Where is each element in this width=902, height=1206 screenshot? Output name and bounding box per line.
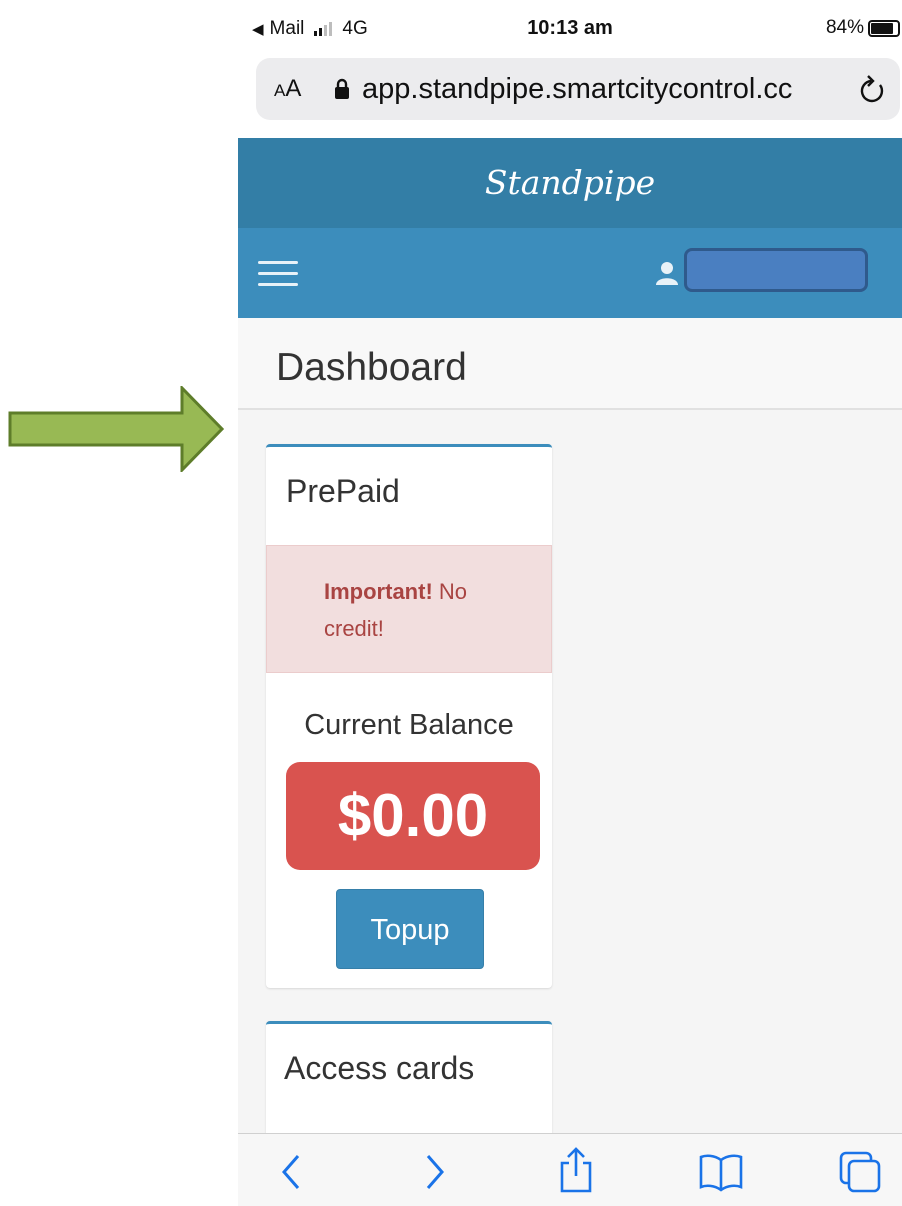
url-text[interactable]: app.standpipe.smartcitycontrol.cc <box>362 73 840 106</box>
bookmarks-icon[interactable] <box>698 1152 744 1192</box>
arrow-right-icon <box>8 386 224 472</box>
address-bar-area: AA app.standpipe.smartcitycontrol.cc <box>238 58 902 138</box>
forward-icon[interactable] <box>420 1152 450 1192</box>
user-icon[interactable] <box>654 260 680 286</box>
reload-icon[interactable] <box>858 72 888 106</box>
user-name-redacted[interactable] <box>684 248 868 292</box>
topup-button[interactable]: Topup <box>336 889 484 969</box>
address-bar[interactable]: AA app.standpipe.smartcitycontrol.cc <box>256 58 900 120</box>
back-icon[interactable] <box>278 1152 308 1192</box>
status-right: 84% <box>826 17 900 39</box>
alert-strong: Important! <box>324 579 433 604</box>
no-credit-alert: Important! No credit! <box>266 545 552 673</box>
battery-percent: 84% <box>825 17 864 38</box>
navbar <box>238 228 902 318</box>
hamburger-menu-icon[interactable] <box>258 261 298 287</box>
status-bar: ◀ Mail 4G 10:13 am 84% <box>238 0 902 58</box>
balance-label: Current Balance <box>304 709 514 741</box>
clock: 10:13 am <box>527 17 613 39</box>
text-size-button[interactable]: AA <box>274 75 334 103</box>
page-header: Dashboard <box>238 318 902 410</box>
battery-icon <box>868 19 900 37</box>
balance-value: $0.00 <box>286 762 540 870</box>
app-title[interactable]: Standpipe <box>238 138 902 228</box>
tabs-icon[interactable] <box>838 1150 884 1196</box>
prepaid-card: PrePaid Important! No credit! Current Ba… <box>266 444 552 988</box>
browser-toolbar <box>238 1133 902 1206</box>
lock-icon <box>335 78 349 99</box>
page-title: Dashboard <box>276 346 467 389</box>
share-icon[interactable] <box>556 1146 596 1194</box>
phone-screen: ◀ Mail 4G 10:13 am 84% AA app.standpipe.… <box>238 0 902 1206</box>
prepaid-title: PrePaid <box>286 473 400 509</box>
access-cards-title: Access cards <box>284 1050 475 1086</box>
